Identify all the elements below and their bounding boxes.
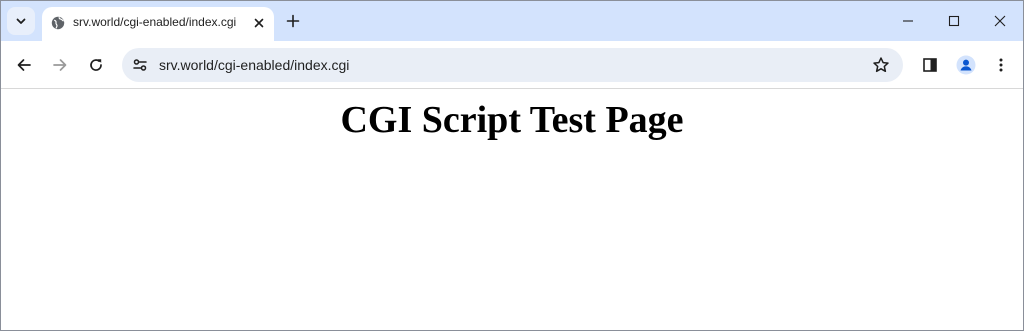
browser-window: srv.world/cgi-enabled/index.cgi srv.worl… [0, 0, 1024, 331]
address-bar[interactable]: srv.world/cgi-enabled/index.cgi [122, 48, 903, 82]
arrow-right-icon [53, 59, 67, 71]
url-text[interactable]: srv.world/cgi-enabled/index.cgi [159, 57, 349, 73]
page-title: CGI Script Test Page [340, 99, 684, 141]
tab-strip: srv.world/cgi-enabled/index.cgi [1, 1, 1023, 41]
browser-toolbar: srv.world/cgi-enabled/index.cgi [1, 41, 1023, 89]
active-tab[interactable]: srv.world/cgi-enabled/index.cgi [42, 7, 274, 41]
forward-button[interactable] [48, 53, 72, 77]
maximize-icon [948, 15, 960, 27]
reload-icon [90, 59, 102, 71]
minimize-button[interactable] [885, 1, 931, 41]
site-info-button[interactable] [131, 56, 149, 74]
profile-button[interactable] [954, 53, 978, 77]
new-tab-button[interactable] [283, 11, 303, 31]
back-button[interactable] [12, 53, 36, 77]
close-icon [994, 15, 1006, 27]
side-panel-button[interactable] [918, 53, 942, 77]
close-window-button[interactable] [977, 1, 1023, 41]
side-panel-icon [923, 58, 937, 72]
chevron-down-icon [16, 18, 26, 24]
maximize-button[interactable] [931, 1, 977, 41]
bookmark-button[interactable] [871, 55, 891, 75]
tune-icon [133, 59, 147, 71]
star-icon [873, 57, 889, 73]
page-content: CGI Script Test Page [1, 89, 1023, 330]
menu-button[interactable] [989, 53, 1013, 77]
tab-close-button[interactable] [250, 14, 268, 32]
arrow-left-icon [17, 59, 31, 71]
plus-icon [286, 14, 300, 28]
globe-icon [51, 16, 65, 30]
tab-search-button[interactable] [7, 7, 35, 35]
avatar-icon [956, 55, 976, 75]
minimize-icon [903, 20, 913, 22]
tab-title: srv.world/cgi-enabled/index.cgi [73, 15, 237, 29]
kebab-menu-icon [999, 58, 1003, 72]
reload-button[interactable] [84, 53, 108, 77]
close-icon [254, 18, 264, 28]
